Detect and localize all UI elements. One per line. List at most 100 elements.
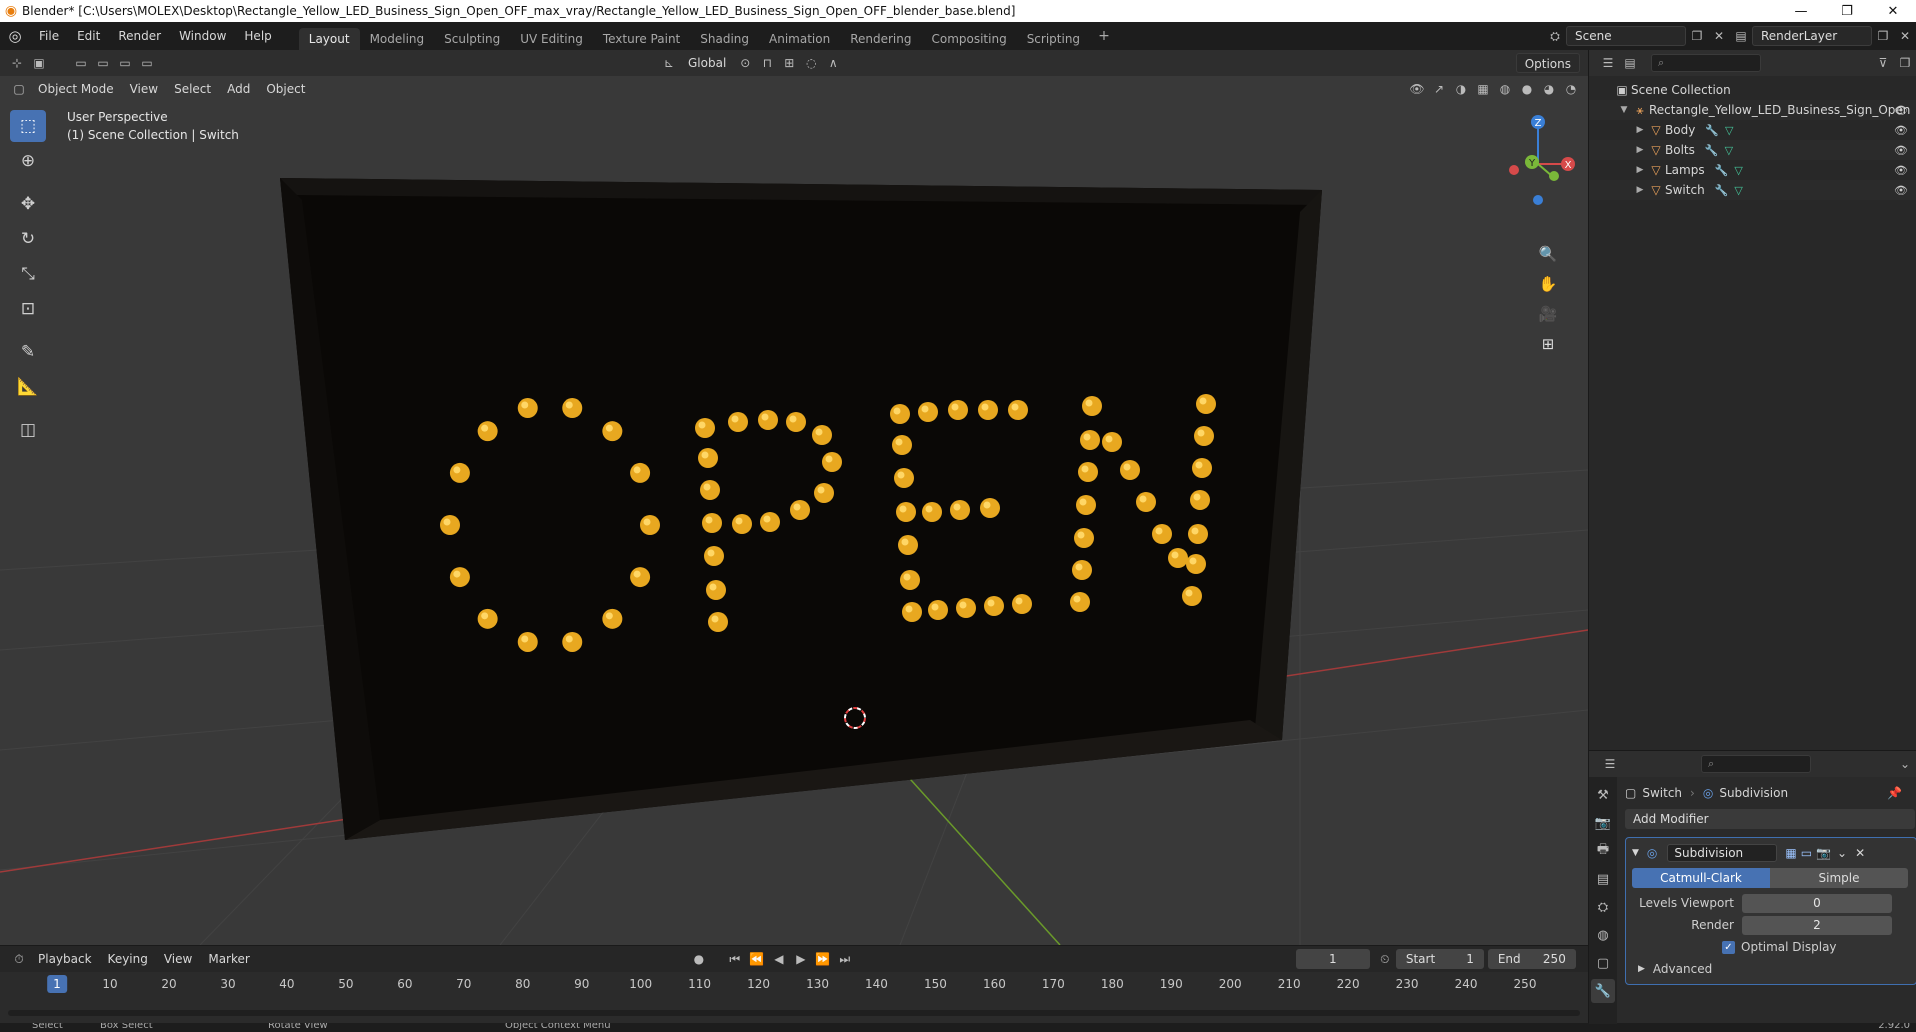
tab-modeling[interactable]: Modeling <box>360 28 435 50</box>
wireframe-shading-icon[interactable]: ◍ <box>1494 79 1516 99</box>
transform-orientation-dropdown[interactable]: Global <box>680 53 734 73</box>
modifier-wrench-icon[interactable]: 🔧 <box>1715 184 1729 197</box>
render-layer-icon[interactable]: ▤ <box>1730 26 1752 46</box>
mesh-data-icon[interactable]: ▽ <box>1734 184 1742 197</box>
menu-edit[interactable]: Edit <box>68 22 109 50</box>
properties-options-icon[interactable]: ⌄ <box>1894 754 1916 774</box>
jump-start-icon[interactable]: ⏮ <box>724 949 746 969</box>
delete-layer-icon[interactable]: ✕ <box>1894 26 1916 46</box>
expand-arrow-icon[interactable]: ▼ <box>1617 105 1631 115</box>
overlay-icon[interactable]: ◑ <box>1450 79 1472 99</box>
object-tab-icon[interactable]: ▢ <box>1591 951 1615 975</box>
timeline-view-menu[interactable]: View <box>156 949 200 969</box>
outliner-item-bolts[interactable]: ▶ ▽ Bolts 🔧 ▽ 👁 <box>1589 140 1916 160</box>
add-cube-tool-icon[interactable]: ◫ <box>10 414 46 446</box>
modifier-wrench-icon[interactable]: 🔧 <box>1705 124 1719 137</box>
object-mode-dropdown[interactable]: Object Mode <box>30 79 122 99</box>
add-workspace-icon[interactable]: + <box>1090 28 1118 50</box>
timeline-editor[interactable]: ⏱ Playback Keying View Marker ● ⏮ ⏪ ◀ ▶ … <box>0 945 1588 1023</box>
visibility-eye-icon[interactable]: 👁 <box>1894 144 1908 157</box>
view-menu[interactable]: View <box>122 79 166 99</box>
new-collection-icon[interactable]: ❐ <box>1894 53 1916 73</box>
pan-view-icon[interactable]: ✋ <box>1534 270 1562 298</box>
record-icon[interactable]: ● <box>688 949 710 969</box>
options-dropdown[interactable]: Options <box>1515 53 1580 73</box>
outliner-panel[interactable]: ☰ ▤ ⌕ ⊽ ❐ ▣ Scene Collection ▼ ⚹ Rectang… <box>1588 50 1916 750</box>
rendered-shading-icon[interactable]: ◔ <box>1560 79 1582 99</box>
cursor-tool-icon[interactable]: ⊕ <box>10 145 46 177</box>
select-box-tool-icon[interactable]: ⬚ <box>10 110 46 142</box>
rotate-tool-icon[interactable]: ↻ <box>10 223 46 255</box>
optimal-display-checkbox[interactable]: ✓ <box>1722 940 1735 954</box>
display-mode-icon[interactable]: ▤ <box>1619 53 1641 73</box>
expand-arrow-icon[interactable]: ▶ <box>1633 145 1647 155</box>
pivot-point-icon[interactable]: ⊙ <box>734 53 756 73</box>
scene-icon[interactable]: ⛭ <box>1544 26 1566 46</box>
properties-panel[interactable]: ☰ ⌕ ⌄ ⚒ 📷 🖶 ▤ ⛭ ◍ ▢ 🔧 ▢ Switch › ◎ Subdi… <box>1588 750 1916 1024</box>
close-window-button[interactable]: ✕ <box>1870 0 1916 22</box>
render-tab-icon[interactable]: 📷 <box>1591 811 1615 835</box>
box-select-new-icon[interactable]: ▭ <box>70 53 92 73</box>
timeline-scrollbar[interactable] <box>8 1010 1580 1016</box>
tab-layout[interactable]: Layout <box>298 28 360 50</box>
remove-modifier-icon[interactable]: ✕ <box>1855 846 1865 860</box>
restore-button[interactable]: ❐ <box>1824 0 1870 22</box>
minimize-button[interactable]: — <box>1778 0 1824 22</box>
ortho-toggle-icon[interactable]: ⊞ <box>1534 330 1562 358</box>
solid-shading-icon[interactable]: ● <box>1516 79 1538 99</box>
tab-shading[interactable]: Shading <box>690 28 759 50</box>
prev-key-icon[interactable]: ⏪ <box>746 949 768 969</box>
tool-tab-icon[interactable]: ⚒ <box>1591 783 1615 807</box>
tab-texture-paint[interactable]: Texture Paint <box>593 28 690 50</box>
timeline-ruler[interactable]: 1 10 20 30 40 50 60 70 80 90 100 110 120 130 140 150 160… <box>0 972 1588 998</box>
preview-range-icon[interactable]: ⏲ <box>1374 949 1396 969</box>
marker-menu[interactable]: Marker <box>200 949 257 969</box>
scene-name-field[interactable]: Scene <box>1566 26 1686 46</box>
menu-render[interactable]: Render <box>109 22 170 50</box>
output-tab-icon[interactable]: 🖶 <box>1591 839 1615 863</box>
jump-end-icon[interactable]: ⏭ <box>834 949 856 969</box>
viewport-toggle-icon[interactable]: ▭ <box>1801 846 1812 860</box>
proportional-edit-icon[interactable]: ◌ <box>800 53 822 73</box>
simple-button[interactable]: Simple <box>1770 868 1908 888</box>
tab-rendering[interactable]: Rendering <box>840 28 921 50</box>
filter-icon[interactable]: ⊽ <box>1872 53 1894 73</box>
world-tab-icon[interactable]: ◍ <box>1591 923 1615 947</box>
advanced-expand-icon[interactable]: ▶ <box>1638 964 1645 974</box>
select-mode-icon[interactable]: ▣ <box>28 53 50 73</box>
xray-icon[interactable]: ▦ <box>1472 79 1494 99</box>
timeline-editor-type-icon[interactable]: ⏱ <box>8 949 30 969</box>
viewport-scene[interactable] <box>0 50 1588 945</box>
gizmo-icon[interactable]: ↗ <box>1428 79 1450 99</box>
add-modifier-dropdown[interactable]: Add Modifier <box>1625 809 1915 829</box>
object-menu[interactable]: Object <box>258 79 313 99</box>
new-scene-icon[interactable]: ❐ <box>1686 26 1708 46</box>
material-shading-icon[interactable]: ◕ <box>1538 79 1560 99</box>
mesh-data-icon[interactable]: ▽ <box>1725 124 1733 137</box>
expand-arrow-icon[interactable]: ▶ <box>1633 125 1647 135</box>
play-icon[interactable]: ▶ <box>790 949 812 969</box>
tab-sculpting[interactable]: Sculpting <box>434 28 510 50</box>
outliner-item-switch[interactable]: ▶ ▽ Switch 🔧 ▽ 👁 <box>1589 180 1916 200</box>
visibility-eye-icon[interactable]: 👁 <box>1894 104 1908 117</box>
visibility-eye-icon[interactable]: 👁 <box>1894 184 1908 197</box>
tab-compositing[interactable]: Compositing <box>921 28 1016 50</box>
editor-type-icon[interactable]: ⊹ <box>6 53 28 73</box>
visibility-eye-icon[interactable]: 👁 <box>1894 124 1908 137</box>
collapse-arrow-icon[interactable]: ▼ <box>1632 848 1639 858</box>
box-select-extend-icon[interactable]: ▭ <box>92 53 114 73</box>
scene-tab-icon[interactable]: ⛭ <box>1591 895 1615 919</box>
outliner-editor-type-icon[interactable]: ☰ <box>1597 53 1619 73</box>
view-layer-tab-icon[interactable]: ▤ <box>1591 867 1615 891</box>
play-reverse-icon[interactable]: ◀ <box>768 949 790 969</box>
outliner-scene-collection[interactable]: ▣ Scene Collection <box>1589 80 1916 100</box>
render-toggle-icon[interactable]: 📷 <box>1816 846 1831 860</box>
tab-scripting[interactable]: Scripting <box>1017 28 1090 50</box>
3d-viewport[interactable]: ⊹ ▣ ▭ ▭ ▭ ▭ ⊾ Global ⊙ ⊓ ⊞ ◌ ∧ Options ▢… <box>0 50 1588 945</box>
menu-window[interactable]: Window <box>170 22 235 50</box>
modifier-wrench-icon[interactable]: 🔧 <box>1715 164 1729 177</box>
mesh-data-icon[interactable]: ▽ <box>1725 144 1733 157</box>
delete-scene-icon[interactable]: ✕ <box>1708 26 1730 46</box>
menu-file[interactable]: File <box>30 22 68 50</box>
outliner-item-lamps[interactable]: ▶ ▽ Lamps 🔧 ▽ 👁 <box>1589 160 1916 180</box>
